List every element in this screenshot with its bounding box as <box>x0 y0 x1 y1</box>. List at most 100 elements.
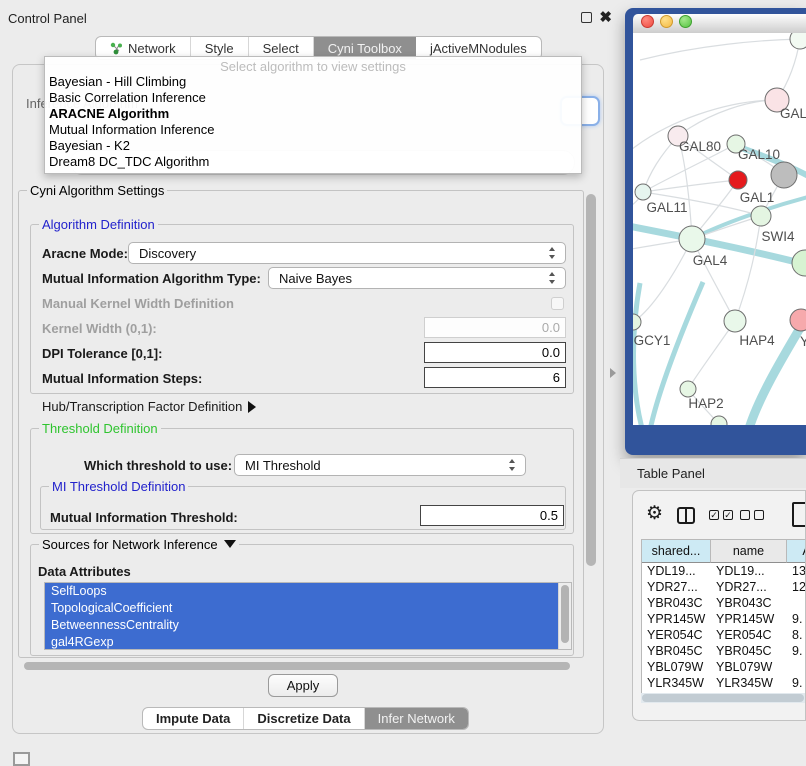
export-table-icon[interactable] <box>792 502 806 527</box>
column-header-A[interactable]: A <box>787 540 806 563</box>
window-zoom-button[interactable] <box>679 15 692 28</box>
which-threshold-value: MI Threshold <box>245 458 321 473</box>
checked-checkbox-icon[interactable]: ✓ <box>723 510 733 520</box>
network-node-label: GAL1 <box>740 190 775 205</box>
columns-icon[interactable] <box>677 507 695 524</box>
network-node-gal4[interactable] <box>679 226 705 252</box>
gear-icon[interactable]: ⚙ <box>646 504 663 523</box>
aracne-mode-select[interactable]: Discovery <box>128 242 566 264</box>
panel-resize-grip[interactable] <box>610 368 616 378</box>
table-cell: YER054C <box>642 627 711 643</box>
kernel-width-field[interactable] <box>424 317 566 338</box>
network-edge[interactable] <box>633 239 692 322</box>
network-node-top-edge[interactable] <box>790 33 806 49</box>
network-edge[interactable] <box>692 239 735 321</box>
which-threshold-select[interactable]: MI Threshold <box>234 454 526 476</box>
network-node-label: GAL11 <box>646 200 687 215</box>
window-close-button[interactable] <box>641 15 654 28</box>
unchecked-checkbox-icon[interactable] <box>754 510 764 520</box>
table-horizontal-scrollbar[interactable] <box>641 693 806 703</box>
algorithm-option[interactable]: Bayesian - K2 <box>45 138 581 154</box>
table-cell: YLR345W <box>711 675 787 691</box>
table-cell: 8. <box>787 627 806 643</box>
spinner-arrows-icon <box>549 272 556 284</box>
network-canvas[interactable]: GAL80GALGAL10GAL1GAL11SWI4GAL4GCY1HAP4YH… <box>633 33 806 425</box>
table-cell: YBL079W <box>642 659 711 675</box>
table-row[interactable]: YDR27...YDR27...12 <box>642 579 806 595</box>
bottom-tab-infer-network[interactable]: Infer Network <box>365 708 468 729</box>
table-row[interactable]: YLR345WYLR345W9. <box>642 675 806 691</box>
network-node-gal11[interactable] <box>635 184 651 200</box>
table-cell: YBR045C <box>711 643 787 659</box>
dpi-tolerance-field[interactable] <box>424 342 566 363</box>
data-attribute-item[interactable]: gal4RGexp <box>45 634 558 650</box>
attributes-scrollbar[interactable] <box>558 583 571 649</box>
table-row[interactable]: YER054CYER054C8. <box>642 627 806 643</box>
network-window-titlebar[interactable] <box>633 14 806 33</box>
expand-right-icon <box>248 401 256 413</box>
data-attribute-item[interactable]: BetweennessCentrality <box>45 617 558 634</box>
sources-title[interactable]: Sources for Network Inference <box>39 537 239 552</box>
algorithm-dropdown: Select algorithm to view settings Bayesi… <box>44 56 582 174</box>
algorithm-option[interactable]: ARACNE Algorithm <box>45 106 581 122</box>
spinner-arrows-icon <box>509 459 516 471</box>
bottom-tab-impute-data[interactable]: Impute Data <box>143 708 244 729</box>
column-header-shared[interactable]: shared... <box>642 540 711 563</box>
network-edge[interactable] <box>688 321 735 389</box>
algorithm-option[interactable]: Dream8 DC_TDC Algorithm <box>45 154 581 170</box>
data-attribute-item[interactable]: TopologicalCoefficient <box>45 600 558 617</box>
window-minimize-button[interactable] <box>660 15 673 28</box>
mi-type-select[interactable]: Naive Bayes <box>268 267 566 289</box>
column-header-name[interactable]: name <box>711 540 787 563</box>
table-row[interactable]: YBR043CYBR043C <box>642 595 806 611</box>
apply-button[interactable]: Apply <box>268 674 338 697</box>
network-node-label: SWI4 <box>761 229 794 244</box>
network-edge[interactable] <box>643 180 738 192</box>
close-panel-icon[interactable]: ✖ <box>599 8 612 26</box>
table-row[interactable]: YBL079WYBL079W <box>642 659 806 675</box>
float-panel-icon[interactable] <box>581 12 592 23</box>
algorithm-option[interactable]: Basic Correlation Inference <box>45 90 581 106</box>
network-node-label: GAL10 <box>738 147 780 162</box>
mi-steps-field[interactable] <box>424 367 566 388</box>
network-edge[interactable] <box>640 39 800 60</box>
table-cell: YDR27... <box>642 579 711 595</box>
network-node-salmon-node[interactable] <box>790 309 806 331</box>
network-edge-thick[interactable] <box>634 283 643 425</box>
application-root: Control Panel ✖ NetworkStyleSelectCyni T… <box>0 0 806 762</box>
network-node-gray-node[interactable] <box>771 162 797 188</box>
spinner-arrows-icon <box>549 247 556 259</box>
network-node-hap4[interactable] <box>724 310 746 332</box>
tab-label: Network <box>128 41 176 56</box>
attributes-scrollbar-thumb[interactable] <box>561 585 569 643</box>
network-node-label: GAL80 <box>679 139 721 154</box>
table-cell: YLR345W <box>642 675 711 691</box>
table-row[interactable]: YDL19...YDL19...13 <box>642 563 806 579</box>
settings-horizontal-scrollbar-thumb[interactable] <box>24 662 570 670</box>
table-row[interactable]: YBR045CYBR045C9. <box>642 643 806 659</box>
data-attribute-item[interactable]: SelfLoops <box>45 583 558 600</box>
control-panel-header: Control Panel ✖ <box>0 0 620 32</box>
collapsed-panel-icon[interactable] <box>13 752 30 766</box>
manual-kernel-checkbox[interactable] <box>551 297 564 310</box>
table-horizontal-scrollbar-thumb[interactable] <box>642 694 804 702</box>
table-cell: YDL19... <box>642 563 711 579</box>
mi-threshold-field[interactable] <box>420 505 564 526</box>
table-row[interactable]: YPR145WYPR145W9. <box>642 611 806 627</box>
algorithm-option[interactable]: Mutual Information Inference <box>45 122 581 138</box>
network-node-swi4[interactable] <box>792 250 806 276</box>
network-node-gal1[interactable] <box>751 206 771 226</box>
network-edge[interactable] <box>735 216 761 321</box>
network-node-hap2[interactable] <box>680 381 696 397</box>
algorithm-definition-title: Algorithm Definition <box>39 217 158 232</box>
unchecked-checkbox-icon[interactable] <box>740 510 750 520</box>
mi-type-label: Mutual Information Algorithm Type: <box>42 271 261 286</box>
network-node-red-node[interactable] <box>729 171 747 189</box>
hub-definition-label: Hub/Transcription Factor Definition <box>42 399 242 414</box>
table-cell <box>787 595 806 611</box>
checked-checkbox-icon[interactable]: ✓ <box>709 510 719 520</box>
settings-vertical-scrollbar-thumb[interactable] <box>586 194 596 566</box>
hub-definition-toggle[interactable]: Hub/Transcription Factor Definition <box>42 399 256 414</box>
algorithm-option[interactable]: Bayesian - Hill Climbing <box>45 74 581 90</box>
bottom-tab-discretize-data[interactable]: Discretize Data <box>244 708 364 729</box>
